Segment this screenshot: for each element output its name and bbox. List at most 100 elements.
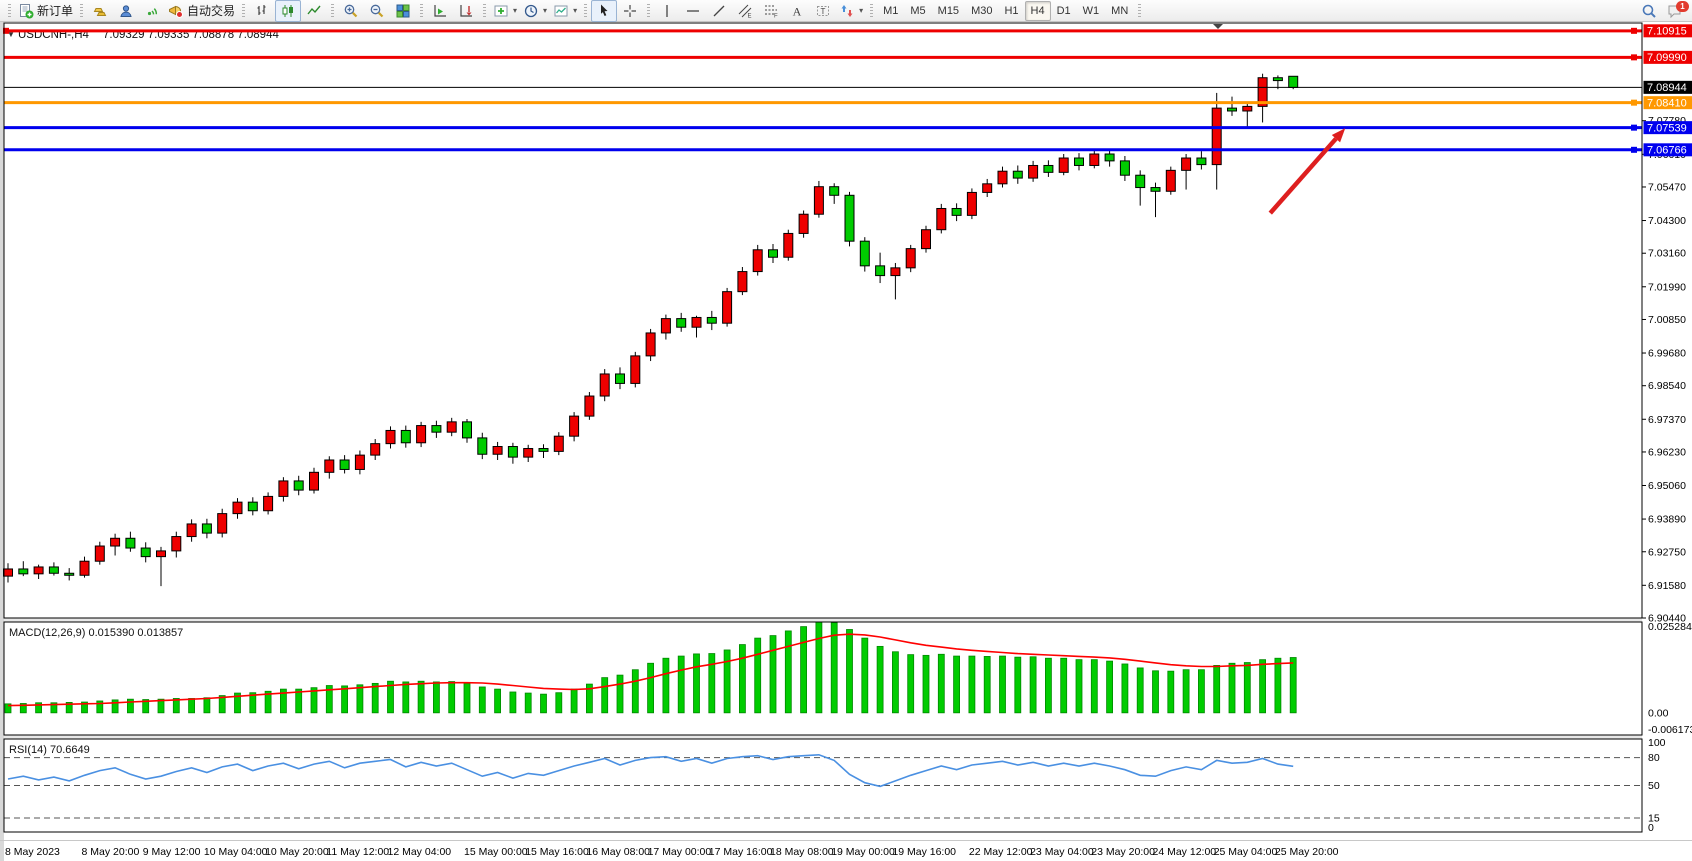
candle-body [1151,188,1160,192]
horizontal-line-button[interactable] [680,0,706,22]
timeframe-mn[interactable]: MN [1105,1,1134,21]
pane-separator[interactable] [4,618,1642,622]
toolbar-grip [80,4,83,18]
line-handle[interactable] [1631,54,1637,60]
timeframe-m15[interactable]: M15 [932,1,965,21]
new-order-button-label: 新订单 [37,2,73,19]
macd-pane[interactable] [4,622,1642,735]
trendline-button[interactable] [706,0,732,22]
profile-icon [118,3,134,19]
profile-button[interactable] [113,0,139,22]
tile-windows-button[interactable] [390,0,416,22]
vline-icon [659,3,675,19]
macd-axis-label: 0.025284 [1648,621,1692,633]
candle-body [279,481,288,496]
timeframe-d1[interactable]: D1 [1051,1,1077,21]
timeframe-w1[interactable]: W1 [1077,1,1106,21]
candle-chart-icon [280,3,296,19]
candle-body [432,426,441,433]
vertical-line-button[interactable] [654,0,680,22]
candle-body [1136,175,1145,187]
candle-body [631,356,640,384]
chevron-down-icon[interactable]: ▾ [573,6,577,15]
timeframe-m30[interactable]: M30 [965,1,998,21]
candle-body [1182,158,1191,170]
chart-shift-button[interactable] [453,0,479,22]
candle-body [983,184,992,193]
channel-button[interactable]: E [732,0,758,22]
rsi-axis-label: 100 [1648,737,1666,749]
line-handle[interactable] [1631,125,1637,131]
price-axis-label: 7.05470 [1648,181,1686,193]
line-handle[interactable] [1631,28,1637,34]
fibonacci-button[interactable]: F [758,0,784,22]
line-chart-button[interactable] [301,0,327,22]
time-axis-label: 22 May 12:00 [969,846,1033,858]
cursor-button[interactable] [591,0,617,22]
candlestick-chart-button[interactable] [275,0,301,22]
bar-chart-button[interactable] [249,0,275,22]
text-button[interactable]: A [784,0,810,22]
crosshair-icon [622,3,638,19]
chevron-down-icon[interactable]: ▾ [859,6,863,15]
candle-body [646,333,655,356]
candle-body [539,449,548,452]
price-axis-label: 6.96230 [1648,446,1686,458]
signal-button[interactable] [139,0,165,22]
line-chart-icon [306,3,322,19]
auto-trading-button[interactable]: 自动交易 [165,0,238,22]
macd-bar [1045,658,1051,713]
line-handle[interactable] [1631,147,1637,153]
candle-body [677,319,686,328]
time-axis-label: 12 May 04:00 [388,846,452,858]
timeframe-m5[interactable]: M5 [904,1,931,21]
zoom-out-button[interactable] [364,0,390,22]
candle-body [1090,154,1099,165]
candle-body [830,187,839,196]
candle-body [4,569,13,576]
line-handle[interactable] [1631,100,1637,106]
timeframe-m1[interactable]: M1 [877,1,904,21]
candle-body [172,537,181,551]
search-button[interactable] [1636,0,1662,22]
macd-bar [954,656,960,713]
chart-area[interactable]: ▼ USDCNH-,H4 7.09329 7.09335 7.08878 7.0… [0,0,1692,861]
price-axis-label: 6.92750 [1648,546,1686,558]
candle-body [814,187,823,215]
price-axis-label: 6.91580 [1648,580,1686,592]
macd-bar [1214,665,1220,712]
timeframe-h4[interactable]: H4 [1025,1,1051,21]
macd-bar [1015,657,1021,713]
shapes-button[interactable]: ▾ [836,0,866,22]
macd-bar [1091,660,1097,713]
notifications-button[interactable]: 1 [1662,0,1688,22]
templates-button[interactable]: ▾ [550,0,580,22]
periods-button[interactable]: ▾ [520,0,550,22]
candle-body [34,567,43,574]
candle-body [1105,154,1114,161]
candle-body [1013,171,1022,178]
candle-body [723,292,732,324]
macd-bar [908,655,914,713]
time-axis[interactable]: 8 May 20238 May 20:009 May 12:0010 May 0… [5,846,1339,858]
bar-chart-icon [254,3,270,19]
macd-bar [1000,656,1006,713]
candle-body [218,514,227,534]
price-axis-label: 6.93890 [1648,514,1686,526]
indicators-button[interactable]: ▾ [490,0,520,22]
macd-bar [678,656,684,713]
price-pane[interactable] [4,23,1642,618]
zoom-in-button[interactable] [338,0,364,22]
pane-separator[interactable] [4,735,1642,739]
candle-body [478,438,487,454]
macd-bar [1198,670,1204,713]
chevron-down-icon[interactable]: ▾ [513,6,517,15]
ingots-button[interactable] [87,0,113,22]
timeframe-h1[interactable]: H1 [998,1,1024,21]
auto-scroll-button[interactable] [427,0,453,22]
crosshair-button[interactable] [617,0,643,22]
time-axis-label: 19 May 16:00 [892,846,956,858]
new-order-button[interactable]: 新订单 [15,0,76,22]
chevron-down-icon[interactable]: ▾ [543,6,547,15]
text-label-button[interactable]: T [810,0,836,22]
